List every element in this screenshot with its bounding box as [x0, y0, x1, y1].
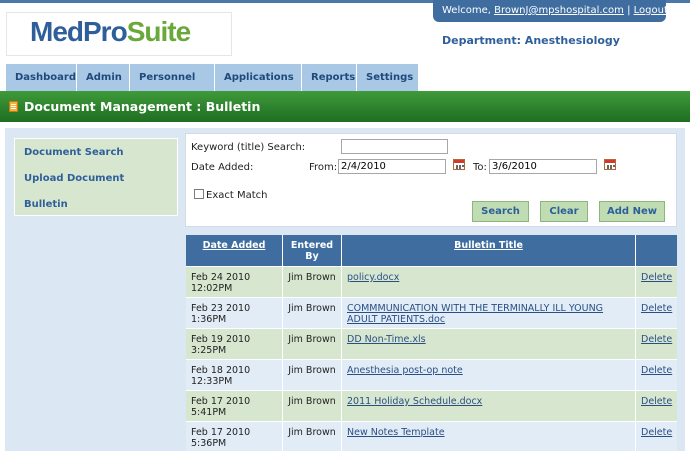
clear-button[interactable]: Clear — [540, 201, 588, 222]
bulletin-title-link[interactable]: DD Non-Time.xls — [347, 334, 426, 345]
table-row: Feb 17 2010 5:41PM Jim Brown 2011 Holiday… — [186, 390, 677, 421]
delete-link[interactable]: Delete — [641, 334, 672, 345]
cell-entered-by: Jim Brown — [283, 360, 342, 390]
logo-text-medpro: MedPro — [30, 16, 128, 47]
welcome-bar: Welcome, BrownJ@mpshospital.com | Logout — [433, 0, 668, 22]
cell-title: New Notes Template — [342, 422, 636, 451]
to-date-input[interactable] — [489, 159, 597, 174]
cell-title: policy.docx — [342, 267, 636, 297]
date-line2: 1:36PM — [191, 314, 227, 325]
date-line1: Feb 23 2010 — [191, 303, 251, 314]
cell-entered-by: Jim Brown — [283, 298, 342, 328]
bulletin-table: Date Added Entered By Bulletin Title Feb… — [186, 235, 677, 451]
logout-link[interactable]: Logout — [634, 5, 668, 16]
delete-link[interactable]: Delete — [641, 365, 672, 376]
delete-link[interactable]: Delete — [641, 396, 672, 407]
search-button[interactable]: Search — [472, 201, 529, 222]
header-bulletin-title[interactable]: Bulletin Title — [342, 235, 636, 266]
from-label: From: — [309, 162, 338, 173]
date-line1: Feb 19 2010 — [191, 334, 251, 345]
cell-date: Feb 17 2010 5:36PM — [186, 422, 283, 451]
table-row: Feb 17 2010 5:36PM Jim Brown New Notes Te… — [186, 421, 677, 451]
to-calendar-icon[interactable] — [604, 159, 616, 170]
tab-personnel[interactable]: Personnel — [130, 64, 215, 91]
cell-action: Delete — [636, 422, 677, 451]
cell-action: Delete — [636, 267, 677, 297]
sidebar-item-upload-document[interactable]: Upload Document — [24, 173, 124, 184]
cell-date: Feb 17 2010 5:41PM — [186, 391, 283, 421]
logo-text-suite: Suite — [126, 16, 191, 47]
app-logo: MedProSuite — [30, 16, 191, 48]
cell-action: Delete — [636, 329, 677, 359]
cell-title: DD Non-Time.xls — [342, 329, 636, 359]
tab-reports[interactable]: Reports — [302, 64, 357, 91]
date-line2: 3:25PM — [191, 345, 227, 356]
table-row: Feb 19 2010 3:25PM Jim Brown DD Non-Time.… — [186, 328, 677, 359]
to-label: To: — [473, 162, 487, 173]
tab-applications[interactable]: Applications — [215, 64, 302, 91]
from-calendar-icon[interactable] — [453, 159, 465, 170]
date-line2: 5:36PM — [191, 438, 227, 449]
cell-entered-by: Jim Brown — [283, 422, 342, 451]
delete-link[interactable]: Delete — [641, 303, 672, 314]
date-line1: Feb 18 2010 — [191, 365, 251, 376]
date-line1: Feb 24 2010 — [191, 272, 251, 283]
document-icon — [9, 101, 18, 112]
cell-action: Delete — [636, 391, 677, 421]
department-label: Department: Anesthesiology — [442, 34, 620, 47]
cell-title: COMMMUNICATION WITH THE TERMINALLY ILL Y… — [342, 298, 636, 328]
date-added-label: Date Added: — [191, 162, 254, 173]
delete-link[interactable]: Delete — [641, 427, 672, 438]
cell-date: Feb 18 2010 12:33PM — [186, 360, 283, 390]
cell-entered-by: Jim Brown — [283, 329, 342, 359]
date-line2: 5:41PM — [191, 407, 227, 418]
add-new-button[interactable]: Add New — [599, 201, 665, 222]
bulletin-title-link[interactable]: 2011 Holiday Schedule.docx — [347, 396, 482, 407]
sidebar-item-bulletin[interactable]: Bulletin — [24, 199, 68, 210]
tab-settings[interactable]: Settings — [357, 64, 419, 91]
delete-link[interactable]: Delete — [641, 272, 672, 283]
table-header: Date Added Entered By Bulletin Title — [186, 235, 677, 266]
bulletin-title-link[interactable]: policy.docx — [347, 272, 399, 283]
cell-entered-by: Jim Brown — [283, 267, 342, 297]
cell-title: 2011 Holiday Schedule.docx — [342, 391, 636, 421]
cell-date: Feb 23 2010 1:36PM — [186, 298, 283, 328]
header-actions — [636, 235, 677, 266]
table-row: Feb 24 2010 12:02PM Jim Brown policy.docx… — [186, 266, 677, 297]
tab-dashboard[interactable]: Dashboard — [6, 64, 77, 91]
cell-action: Delete — [636, 360, 677, 390]
bulletin-title-link[interactable]: Anesthesia post-op note — [347, 365, 463, 376]
bulletin-title-link[interactable]: New Notes Template — [347, 427, 445, 438]
date-line2: 12:02PM — [191, 283, 233, 294]
cell-entered-by: Jim Brown — [283, 391, 342, 421]
cell-title: Anesthesia post-op note — [342, 360, 636, 390]
welcome-text: Welcome, — [442, 5, 491, 16]
page-title: Document Management : Bulletin — [24, 99, 261, 114]
date-line1: Feb 17 2010 — [191, 427, 251, 438]
tab-admin[interactable]: Admin — [77, 64, 130, 91]
exact-match-checkbox[interactable] — [194, 189, 204, 199]
page-title-bar: Document Management : Bulletin — [0, 91, 690, 122]
table-row: Feb 23 2010 1:36PM Jim Brown COMMMUNICATI… — [186, 297, 677, 328]
keyword-search-input[interactable] — [341, 139, 448, 154]
bulletin-title-link[interactable]: COMMMUNICATION WITH THE TERMINALLY ILL Y… — [347, 303, 603, 325]
from-date-input[interactable] — [338, 159, 446, 174]
main-nav: Dashboard Admin Personnel Applications R… — [6, 64, 419, 91]
user-email-link[interactable]: BrownJ@mpshospital.com — [494, 5, 624, 16]
welcome-separator: | — [627, 5, 631, 16]
cell-date: Feb 19 2010 3:25PM — [186, 329, 283, 359]
date-line2: 12:33PM — [191, 376, 233, 387]
header-date-added[interactable]: Date Added — [186, 235, 283, 266]
table-row: Feb 18 2010 12:33PM Jim Brown Anesthesia … — [186, 359, 677, 390]
exact-match-label: Exact Match — [206, 190, 268, 201]
sidebar: Document Search Upload Document Bulletin — [14, 138, 178, 216]
date-line1: Feb 17 2010 — [191, 396, 251, 407]
cell-action: Delete — [636, 298, 677, 328]
cell-date: Feb 24 2010 12:02PM — [186, 267, 283, 297]
keyword-label: Keyword (title) Search: — [191, 142, 306, 153]
header-entered-by: Entered By — [283, 235, 342, 266]
sidebar-item-document-search[interactable]: Document Search — [24, 147, 124, 158]
